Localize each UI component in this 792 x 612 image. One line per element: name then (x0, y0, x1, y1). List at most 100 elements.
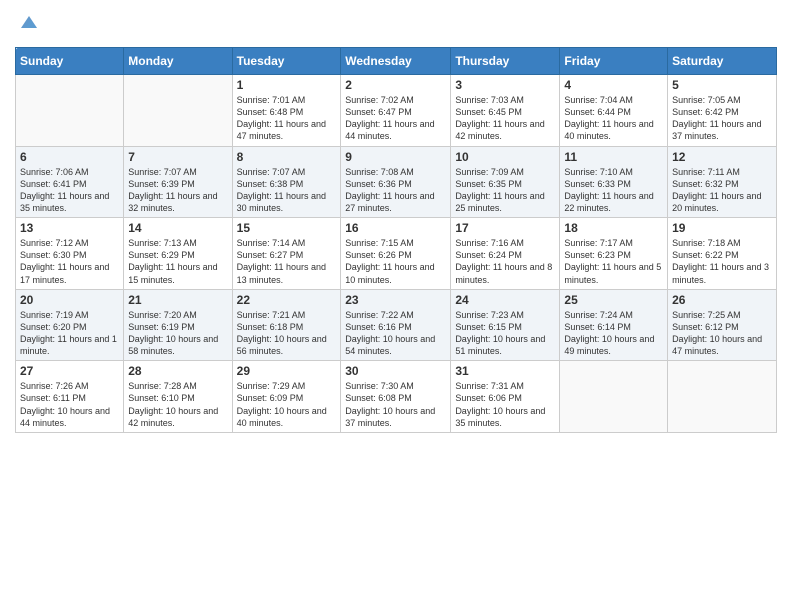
calendar-cell (16, 75, 124, 147)
calendar-header-wednesday: Wednesday (341, 48, 451, 75)
calendar-cell: 27 Sunrise: 7:26 AM Sunset: 6:11 PM Dayli… (16, 361, 124, 433)
day-number: 2 (345, 78, 446, 92)
day-number: 16 (345, 221, 446, 235)
logo-icon (17, 10, 41, 34)
day-number: 21 (128, 293, 227, 307)
calendar-table: SundayMondayTuesdayWednesdayThursdayFrid… (15, 47, 777, 433)
day-number: 8 (237, 150, 337, 164)
day-number: 15 (237, 221, 337, 235)
day-info: Sunrise: 7:24 AM Sunset: 6:14 PM Dayligh… (564, 309, 663, 358)
day-info: Sunrise: 7:01 AM Sunset: 6:48 PM Dayligh… (237, 94, 337, 143)
day-number: 12 (672, 150, 772, 164)
day-info: Sunrise: 7:18 AM Sunset: 6:22 PM Dayligh… (672, 237, 772, 286)
calendar-cell: 30 Sunrise: 7:30 AM Sunset: 6:08 PM Dayli… (341, 361, 451, 433)
calendar-cell: 16 Sunrise: 7:15 AM Sunset: 6:26 PM Dayli… (341, 218, 451, 290)
day-number: 6 (20, 150, 119, 164)
logo (15, 10, 41, 39)
day-info: Sunrise: 7:20 AM Sunset: 6:19 PM Dayligh… (128, 309, 227, 358)
calendar-cell: 28Sunrise: 7:28 AM Sunset: 6:10 PM Dayli… (124, 361, 232, 433)
day-info: Sunrise: 7:12 AM Sunset: 6:30 PM Dayligh… (20, 237, 119, 286)
calendar-cell: 5Sunrise: 7:05 AM Sunset: 6:42 PM Daylig… (668, 75, 777, 147)
calendar-cell (668, 361, 777, 433)
day-info: Sunrise: 7:15 AM Sunset: 6:26 PM Dayligh… (345, 237, 446, 286)
day-info: Sunrise: 7:21 AM Sunset: 6:18 PM Dayligh… (237, 309, 337, 358)
day-number: 26 (672, 293, 772, 307)
day-info: Sunrise: 7:30 AM Sunset: 6:08 PM Dayligh… (345, 380, 446, 429)
day-number: 22 (237, 293, 337, 307)
calendar-cell: 13 Sunrise: 7:12 AM Sunset: 6:30 PM Dayli… (16, 218, 124, 290)
calendar-cell: 22 Sunrise: 7:21 AM Sunset: 6:18 PM Dayli… (232, 289, 341, 361)
calendar-header-monday: Monday (124, 48, 232, 75)
day-number: 14 (128, 221, 227, 235)
day-number: 19 (672, 221, 772, 235)
day-info: Sunrise: 7:28 AM Sunset: 6:10 PM Dayligh… (128, 380, 227, 429)
calendar-cell: 2 Sunrise: 7:02 AM Sunset: 6:47 PM Daylig… (341, 75, 451, 147)
day-number: 24 (455, 293, 555, 307)
day-info: Sunrise: 7:10 AM Sunset: 6:33 PM Dayligh… (564, 166, 663, 215)
day-info: Sunrise: 7:16 AM Sunset: 6:24 PM Dayligh… (455, 237, 555, 286)
day-number: 20 (20, 293, 119, 307)
page-header (15, 10, 777, 39)
calendar-cell: 7 Sunrise: 7:07 AM Sunset: 6:39 PM Daylig… (124, 146, 232, 218)
day-info: Sunrise: 7:19 AM Sunset: 6:20 PM Dayligh… (20, 309, 119, 358)
day-number: 3 (455, 78, 555, 92)
calendar-header-sunday: Sunday (16, 48, 124, 75)
day-number: 13 (20, 221, 119, 235)
day-info: Sunrise: 7:17 AM Sunset: 6:23 PM Dayligh… (564, 237, 663, 286)
calendar-cell: 11 Sunrise: 7:10 AM Sunset: 6:33 PM Dayli… (560, 146, 668, 218)
day-info: Sunrise: 7:26 AM Sunset: 6:11 PM Dayligh… (20, 380, 119, 429)
calendar-page: SundayMondayTuesdayWednesdayThursdayFrid… (0, 0, 792, 612)
calendar-week-4: 20 Sunrise: 7:19 AM Sunset: 6:20 PM Dayli… (16, 289, 777, 361)
calendar-cell: 21 Sunrise: 7:20 AM Sunset: 6:19 PM Dayli… (124, 289, 232, 361)
day-number: 18 (564, 221, 663, 235)
calendar-week-3: 13 Sunrise: 7:12 AM Sunset: 6:30 PM Dayli… (16, 218, 777, 290)
day-info: Sunrise: 7:02 AM Sunset: 6:47 PM Dayligh… (345, 94, 446, 143)
calendar-cell: 8Sunrise: 7:07 AM Sunset: 6:38 PM Daylig… (232, 146, 341, 218)
day-number: 11 (564, 150, 663, 164)
calendar-cell: 24 Sunrise: 7:23 AM Sunset: 6:15 PM Dayli… (451, 289, 560, 361)
calendar-header-friday: Friday (560, 48, 668, 75)
calendar-cell (124, 75, 232, 147)
calendar-cell: 12 Sunrise: 7:11 AM Sunset: 6:32 PM Dayli… (668, 146, 777, 218)
calendar-cell: 29Sunrise: 7:29 AM Sunset: 6:09 PM Dayli… (232, 361, 341, 433)
day-number: 31 (455, 364, 555, 378)
day-number: 5 (672, 78, 772, 92)
day-info: Sunrise: 7:22 AM Sunset: 6:16 PM Dayligh… (345, 309, 446, 358)
day-info: Sunrise: 7:23 AM Sunset: 6:15 PM Dayligh… (455, 309, 555, 358)
calendar-cell: 9Sunrise: 7:08 AM Sunset: 6:36 PM Daylig… (341, 146, 451, 218)
day-number: 29 (237, 364, 337, 378)
calendar-cell: 26 Sunrise: 7:25 AM Sunset: 6:12 PM Dayli… (668, 289, 777, 361)
day-info: Sunrise: 7:06 AM Sunset: 6:41 PM Dayligh… (20, 166, 119, 215)
calendar-cell: 31 Sunrise: 7:31 AM Sunset: 6:06 PM Dayli… (451, 361, 560, 433)
day-number: 30 (345, 364, 446, 378)
calendar-week-5: 27 Sunrise: 7:26 AM Sunset: 6:11 PM Dayli… (16, 361, 777, 433)
day-info: Sunrise: 7:07 AM Sunset: 6:39 PM Dayligh… (128, 166, 227, 215)
day-number: 1 (237, 78, 337, 92)
calendar-cell: 4 Sunrise: 7:04 AM Sunset: 6:44 PM Daylig… (560, 75, 668, 147)
day-info: Sunrise: 7:09 AM Sunset: 6:35 PM Dayligh… (455, 166, 555, 215)
day-number: 27 (20, 364, 119, 378)
day-number: 10 (455, 150, 555, 164)
day-number: 4 (564, 78, 663, 92)
calendar-cell: 6 Sunrise: 7:06 AM Sunset: 6:41 PM Daylig… (16, 146, 124, 218)
day-number: 7 (128, 150, 227, 164)
day-info: Sunrise: 7:04 AM Sunset: 6:44 PM Dayligh… (564, 94, 663, 143)
day-info: Sunrise: 7:14 AM Sunset: 6:27 PM Dayligh… (237, 237, 337, 286)
calendar-cell: 25Sunrise: 7:24 AM Sunset: 6:14 PM Dayli… (560, 289, 668, 361)
day-info: Sunrise: 7:11 AM Sunset: 6:32 PM Dayligh… (672, 166, 772, 215)
calendar-cell: 10 Sunrise: 7:09 AM Sunset: 6:35 PM Dayli… (451, 146, 560, 218)
day-info: Sunrise: 7:13 AM Sunset: 6:29 PM Dayligh… (128, 237, 227, 286)
calendar-header-tuesday: Tuesday (232, 48, 341, 75)
day-number: 23 (345, 293, 446, 307)
day-number: 17 (455, 221, 555, 235)
calendar-cell: 3Sunrise: 7:03 AM Sunset: 6:45 PM Daylig… (451, 75, 560, 147)
calendar-cell: 14 Sunrise: 7:13 AM Sunset: 6:29 PM Dayli… (124, 218, 232, 290)
calendar-cell: 1 Sunrise: 7:01 AM Sunset: 6:48 PM Daylig… (232, 75, 341, 147)
calendar-cell: 15 Sunrise: 7:14 AM Sunset: 6:27 PM Dayli… (232, 218, 341, 290)
calendar-week-2: 6 Sunrise: 7:06 AM Sunset: 6:41 PM Daylig… (16, 146, 777, 218)
day-info: Sunrise: 7:31 AM Sunset: 6:06 PM Dayligh… (455, 380, 555, 429)
day-info: Sunrise: 7:25 AM Sunset: 6:12 PM Dayligh… (672, 309, 772, 358)
calendar-week-1: 1 Sunrise: 7:01 AM Sunset: 6:48 PM Daylig… (16, 75, 777, 147)
calendar-header-row: SundayMondayTuesdayWednesdayThursdayFrid… (16, 48, 777, 75)
calendar-cell: 17 Sunrise: 7:16 AM Sunset: 6:24 PM Dayli… (451, 218, 560, 290)
